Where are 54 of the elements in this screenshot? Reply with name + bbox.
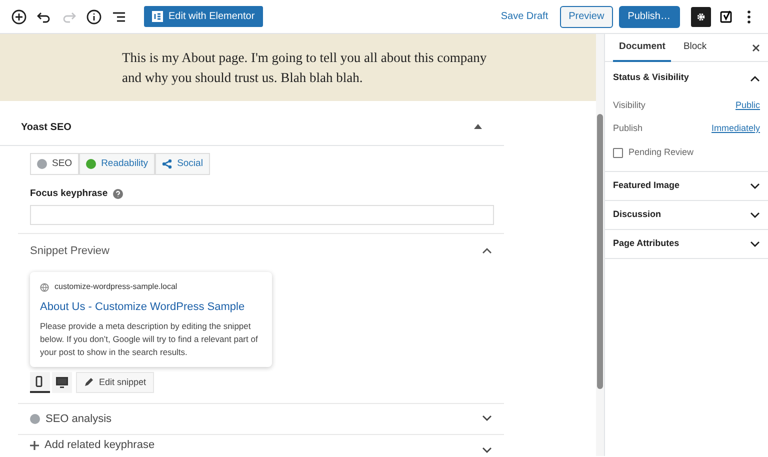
tab[interactable]: Social [155,153,210,174]
section-title: Snippet Preview [30,244,110,258]
chevron-icon[interactable] [482,446,492,454]
more-menu-icon[interactable] [747,10,751,24]
add-icon[interactable] [11,8,27,24]
chevron-icon[interactable] [482,415,492,422]
tab[interactable]: Readability [79,153,156,174]
snippet-url: customize-wordpress-sample.local [54,281,178,294]
globe-icon [40,282,49,292]
edit-with-elementor-button[interactable]: Edit with Elementor [144,6,263,27]
paragraph-text: This is my About page. I'm going to tell you all about this company and why you should trust us. Blah blah blah. [122,49,488,87]
section-title[interactable]: Add related keyphrase [44,437,155,454]
share-icon [162,159,172,169]
elementor-logo-icon [152,11,163,22]
checkbox-label: Pending Review [628,146,694,160]
save-draft-link[interactable]: Save Draft [494,8,554,25]
panel-title: Yoast SEO [21,120,72,134]
chevron-icon[interactable] [750,240,760,248]
edit-snippet-button[interactable]: Edit snippet [76,372,154,393]
chevron-icon[interactable] [482,247,492,254]
snippet-description: Please provide a meta description by editing the snippet below. If you don’t, Google will try to find a relevant part of your post to show in the search results. [40,320,259,359]
panel-title[interactable]: Featured Image [613,179,680,193]
chevron-icon[interactable] [750,74,760,82]
snippet-title-link[interactable]: About Us - Customize WordPress Sample [40,299,262,316]
sidebar-tab[interactable]: Block [677,34,713,62]
sidebar-tab[interactable]: Document [613,34,672,62]
value-link[interactable]: Public [735,98,760,112]
help-icon[interactable] [113,189,124,200]
scrollbar-thumb[interactable] [597,114,603,389]
plus-icon [30,441,39,450]
checkbox[interactable] [613,148,623,158]
info-icon[interactable] [86,8,102,24]
panel-title[interactable]: Page Attributes [613,237,680,251]
field-label: Publish [613,122,643,135]
publish-button[interactable]: Publish… [618,6,680,28]
section-title[interactable]: SEO analysis [46,410,112,427]
monitor-icon [56,376,68,388]
value-link[interactable]: Immediately [711,122,760,136]
close-icon[interactable] [752,44,760,52]
settings-button[interactable] [690,6,710,26]
panel-title[interactable]: Status & Visibility [613,71,689,85]
settings-icon [696,10,704,22]
collapse-caret-icon[interactable] [474,124,482,130]
tab[interactable]: SEO [30,153,80,174]
keyphrase-input-field[interactable] [30,205,494,226]
pencil-icon [84,377,94,388]
device-toggle[interactable] [30,372,50,393]
chevron-icon[interactable] [750,182,760,190]
field-label: Focus keyphrase [30,187,108,201]
chevron-icon[interactable] [750,212,760,218]
device-toggle[interactable] [52,372,72,393]
panel-title[interactable]: Discussion [613,208,662,222]
field-label: Visibility [613,98,646,112]
preview-button[interactable]: Preview [560,6,614,28]
